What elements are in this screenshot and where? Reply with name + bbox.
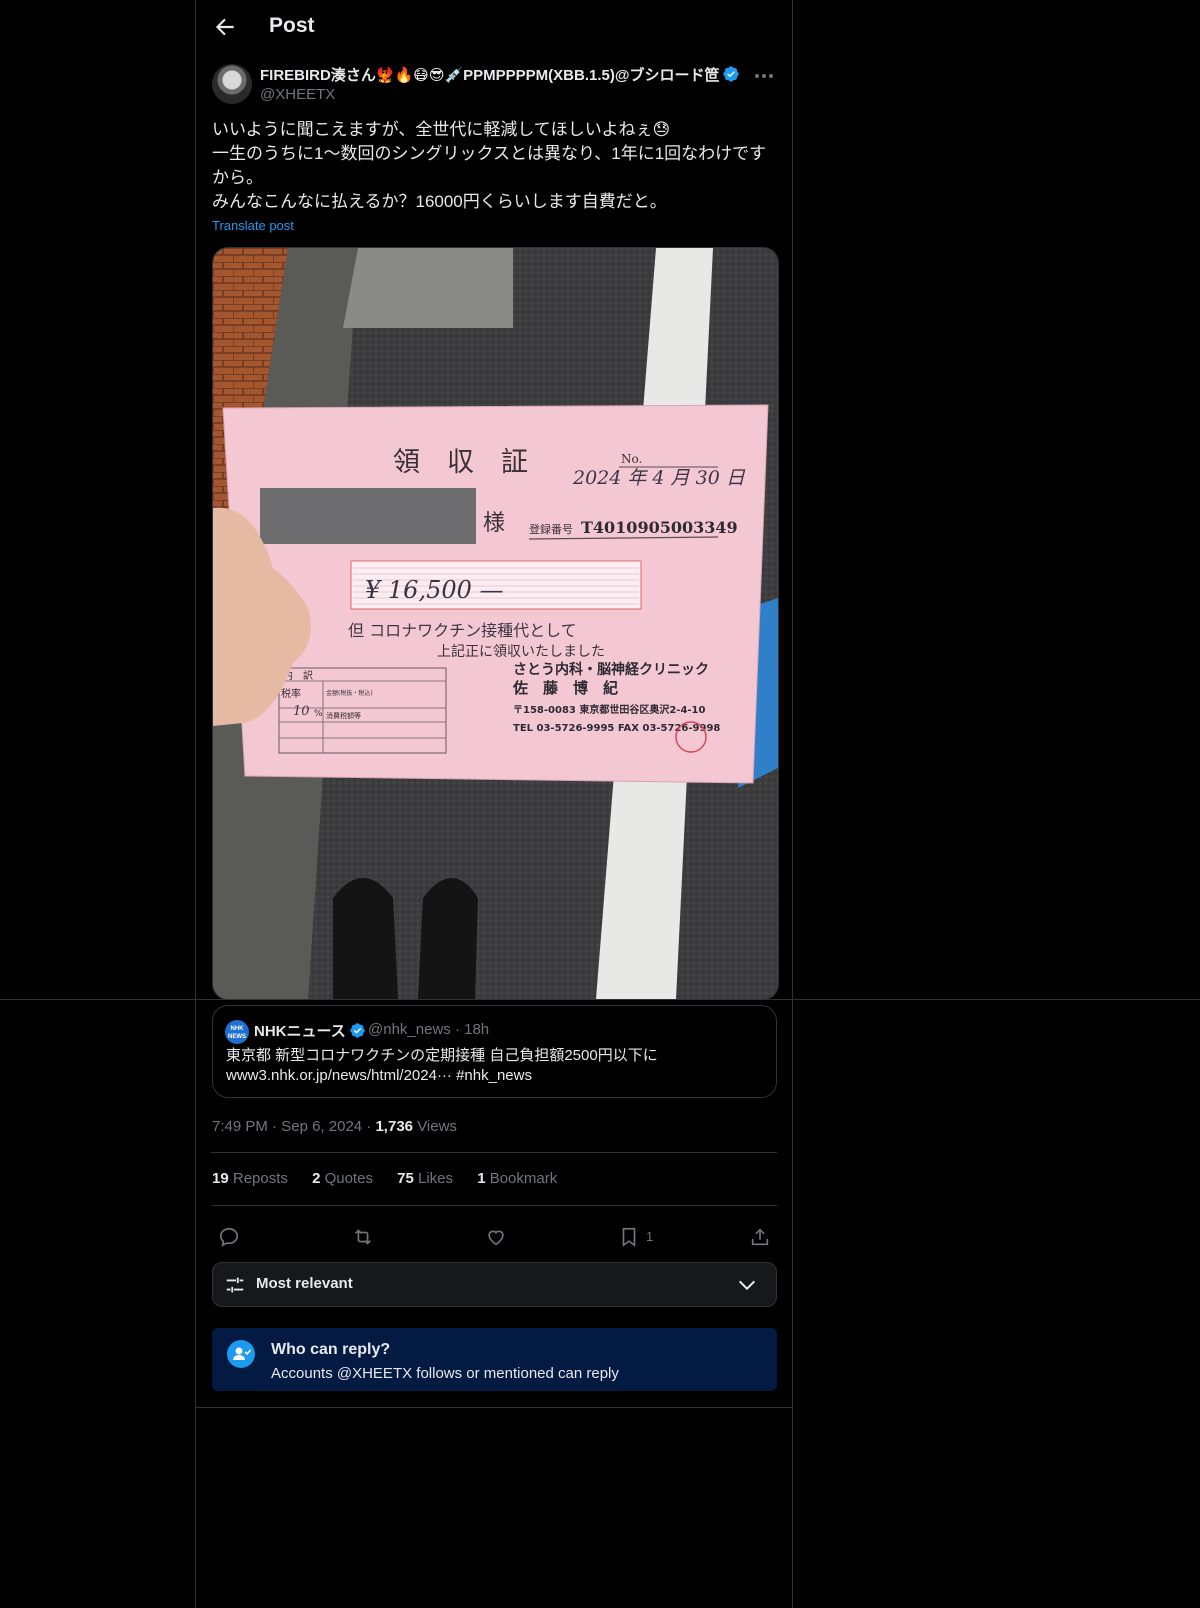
- quotes-stat[interactable]: 2 Quotes: [312, 1170, 373, 1187]
- reposts-stat[interactable]: 19 Reposts: [212, 1170, 288, 1187]
- quoted-link[interactable]: www3.nhk.or.jp/news/html/2024··· #nhk_ne…: [226, 1066, 766, 1086]
- reply-restriction-notice: Who can reply? Accounts @XHEETX follows …: [212, 1328, 777, 1391]
- post-text: いいように聞こえますが、全世代に軽減してほしいよねぇ😓 一生のうちに1〜数回のシ…: [212, 118, 772, 214]
- quotes-label: Quotes: [324, 1170, 373, 1187]
- engagement-stats: 19 Reposts 2 Quotes 75 Likes 1 Bookmark: [212, 1170, 577, 1187]
- quotes-count: 2: [312, 1170, 321, 1187]
- share-icon[interactable]: [749, 1226, 771, 1248]
- receipt-tax-amount-label: 消費税額等: [326, 711, 361, 720]
- chevron-down-icon: [738, 1280, 756, 1291]
- post-line: いいように聞こえますが、全世代に軽減してほしいよねぇ😓: [212, 120, 671, 139]
- top-bar: Post: [196, 0, 794, 54]
- author-handle[interactable]: @XHEETX: [260, 86, 335, 103]
- post-line: 一生のうちに1〜数回のシングリックスとは異なり、1年に1回なわけです から。: [212, 144, 767, 187]
- back-arrow-icon[interactable]: [212, 14, 238, 40]
- repost-icon[interactable]: [352, 1226, 374, 1248]
- verified-badge-icon: [723, 66, 740, 82]
- meta-separator: ·: [366, 1118, 372, 1135]
- bookmark-action-count: 1: [646, 1229, 654, 1244]
- bookmarks-stat[interactable]: 1 Bookmark: [477, 1170, 557, 1187]
- receipt-percent: %: [314, 709, 323, 719]
- nhk-logo: NHK NEWS: [225, 1020, 249, 1044]
- author-name-text: FIREBIRD湊さん🐦‍🔥🔥😷😎💉PPMPPPPM(XBB.1.5)@ブシロー…: [260, 67, 720, 84]
- receipt: 領 収 証 No. 2024 年 4 月 30 日 様 登録番号 T401090…: [222, 404, 769, 784]
- post-line: みんなこんなに払えるか？16000円くらいします自費だと。: [212, 192, 667, 211]
- receipt-photo: 領 収 証 No. 2024 年 4 月 30 日 様 登録番号 T401090…: [213, 248, 778, 999]
- reposts-count: 19: [212, 1170, 229, 1187]
- meta-separator: ·: [272, 1118, 278, 1135]
- views-count: 1,736: [375, 1118, 414, 1135]
- divider: [211, 1152, 777, 1153]
- receipt-no: No.: [621, 452, 642, 466]
- receipt-date: 2024 年 4 月 30 日: [572, 467, 746, 489]
- quoted-author-name: NHKニュース: [254, 1020, 366, 1041]
- receipt-title: 領 収 証: [393, 447, 528, 478]
- reply-icon[interactable]: [218, 1226, 240, 1248]
- sliders-icon: [226, 1277, 244, 1293]
- post-meta: 7:49 PM · Sep 6, 2024 · 1,736 Views: [212, 1118, 457, 1135]
- receipt-reg-label: 登録番号: [529, 522, 573, 536]
- receipt-purpose: 但 コロナワクチン接種代として: [348, 621, 577, 640]
- likes-count: 75: [397, 1170, 414, 1187]
- receipt-reg-number: T4010905003349: [581, 518, 738, 537]
- receipt-amount: ¥ 16,500 —: [365, 576, 504, 604]
- receipt-phone: TEL 03-5726-9995 FAX 03-5726-9998: [513, 723, 720, 734]
- like-icon[interactable]: [485, 1226, 507, 1248]
- receipt-tax-rate-value: 10: [293, 704, 310, 719]
- sort-label: Most relevant: [256, 1275, 353, 1292]
- author-avatar[interactable]: [212, 64, 252, 104]
- translate-post-link[interactable]: Translate post: [212, 218, 294, 233]
- quoted-author-name-text: NHKニュース: [254, 1023, 346, 1040]
- views-label: Views: [417, 1118, 457, 1135]
- page-title: Post: [269, 14, 315, 37]
- quoted-post-text: 東京都 新型コロナワクチンの定期接種 自己負担額2500円以下に www3.nh…: [226, 1046, 766, 1086]
- receipt-received: 上記正に領収いたしました: [437, 643, 605, 660]
- divider: [195, 1407, 793, 1408]
- reply-sort-dropdown[interactable]: Most relevant: [212, 1262, 777, 1307]
- verified-badge-icon: [350, 1023, 365, 1038]
- reply-restriction-title: Who can reply?: [271, 1341, 391, 1358]
- receipt-doctor-name: 佐 藤 博 紀: [512, 679, 618, 697]
- reposts-label: Reposts: [232, 1170, 288, 1187]
- shoe-left: [333, 878, 398, 999]
- receipt-address: 〒158-0083 東京都世田谷区奥沢2-4-10: [513, 703, 706, 716]
- divider: [211, 1205, 777, 1206]
- receipt-amount-label: 金額(税抜・税込): [326, 689, 373, 697]
- likes-label: Likes: [417, 1170, 454, 1187]
- post-time[interactable]: 7:49 PM: [212, 1118, 268, 1135]
- shoe-right: [418, 878, 478, 999]
- receipt-sama: 様: [483, 511, 505, 536]
- receipt-tax-rate-label: 税率: [281, 687, 301, 700]
- nhk-logo-top: NHK: [230, 1026, 244, 1032]
- receipt-clinic-name: さとう内科・脳神経クリニック: [513, 661, 709, 678]
- divider: [0, 999, 1200, 1000]
- quoted-line: 東京都 新型コロナワクチンの定期接種 自己負担額2500円以下に: [226, 1047, 658, 1064]
- main-column: Post FIREBIRD湊さん🐦‍🔥🔥😷😎💉PPMPPPPM(XBB.1.5)…: [195, 0, 793, 1608]
- quoted-author-handle: @nhk_news · 18h: [368, 1021, 490, 1038]
- more-options-icon[interactable]: [752, 64, 776, 88]
- post-date[interactable]: Sep 6, 2024: [281, 1118, 362, 1135]
- action-bar: 1: [212, 1216, 777, 1264]
- reply-restriction-subtitle: Accounts @XHEETX follows or mentioned ca…: [271, 1365, 619, 1382]
- nhk-logo-bottom: NEWS: [228, 1034, 246, 1040]
- mention-user-icon: [227, 1340, 255, 1368]
- bookmarks-count: 1: [477, 1170, 486, 1187]
- quoted-post[interactable]: NHK NEWS NHKニュース @nhk_news · 18h 東京都 新型コロ…: [212, 1005, 777, 1098]
- bookmark-icon[interactable]: [618, 1226, 640, 1248]
- author-name[interactable]: FIREBIRD湊さん🐦‍🔥🔥😷😎💉PPMPPPPM(XBB.1.5)@ブシロー…: [260, 64, 740, 85]
- post-photo[interactable]: 領 収 証 No. 2024 年 4 月 30 日 様 登録番号 T401090…: [212, 247, 779, 1000]
- bookmarks-label: Bookmark: [489, 1170, 558, 1187]
- likes-stat[interactable]: 75 Likes: [397, 1170, 453, 1187]
